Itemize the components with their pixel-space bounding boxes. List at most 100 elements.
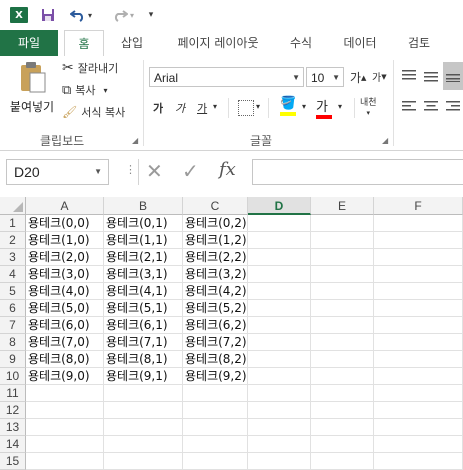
cell-a8[interactable]: 용테크(7,0) [26, 334, 104, 351]
align-right-icon[interactable] [446, 101, 460, 116]
italic-button[interactable]: 가 [175, 100, 185, 116]
row-header[interactable]: 12 [0, 402, 26, 419]
cell-f6[interactable] [374, 300, 463, 317]
cell-b4[interactable]: 용테크(3,1) [104, 266, 183, 283]
cell-d8[interactable] [248, 334, 311, 351]
align-middle-icon[interactable] [424, 70, 438, 85]
tab-formulas[interactable]: 수식 [278, 30, 324, 56]
copy-button[interactable]: ⧉ 복사 ▾ [62, 82, 108, 98]
row-header[interactable]: 9 [0, 351, 26, 368]
cell-f10[interactable] [374, 368, 463, 385]
cell-a10[interactable]: 용테크(9,0) [26, 368, 104, 385]
cell-e7[interactable] [311, 317, 374, 334]
align-left-icon[interactable] [402, 101, 416, 116]
excel-app-icon[interactable]: X [10, 7, 28, 23]
align-bottom-icon[interactable] [443, 62, 463, 90]
cell-e10[interactable] [311, 368, 374, 385]
cell-b12[interactable] [104, 402, 183, 419]
cell-b7[interactable]: 용테크(6,1) [104, 317, 183, 334]
cell-a2[interactable]: 용테크(1,0) [26, 232, 104, 249]
column-header-b[interactable]: B [104, 197, 183, 215]
cell-a4[interactable]: 용테크(3,0) [26, 266, 104, 283]
cell-a11[interactable] [26, 385, 104, 402]
cell-a9[interactable]: 용테크(8,0) [26, 351, 104, 368]
row-header[interactable]: 1 [0, 215, 26, 232]
chevron-down-icon[interactable]: ▾ [256, 102, 260, 111]
cell-a6[interactable]: 용테크(5,0) [26, 300, 104, 317]
chevron-down-icon[interactable]: ▾ [302, 102, 306, 111]
cell-b13[interactable] [104, 419, 183, 436]
row-header[interactable]: 7 [0, 317, 26, 334]
chevron-down-icon[interactable]: ▾ [338, 102, 342, 111]
cell-f1[interactable] [374, 215, 463, 232]
cell-b9[interactable]: 용테크(8,1) [104, 351, 183, 368]
cell-a14[interactable] [26, 436, 104, 453]
shrink-font-button[interactable]: 가 ▼ [372, 69, 387, 85]
cell-e4[interactable] [311, 266, 374, 283]
cell-a5[interactable]: 용테크(4,0) [26, 283, 104, 300]
row-header[interactable]: 8 [0, 334, 26, 351]
cell-d2[interactable] [248, 232, 311, 249]
tab-review[interactable]: 검토 [396, 30, 442, 56]
cell-f5[interactable] [374, 283, 463, 300]
cell-f14[interactable] [374, 436, 463, 453]
cell-c9[interactable]: 용테크(8,2) [183, 351, 248, 368]
cell-d1[interactable] [248, 215, 311, 232]
cell-f13[interactable] [374, 419, 463, 436]
phonetic-guide-button[interactable]: 내천 ▾ [360, 98, 377, 118]
redo-icon[interactable]: ▾ [108, 5, 138, 25]
cell-c5[interactable]: 용테크(4,2) [183, 283, 248, 300]
cell-b5[interactable]: 용테크(4,1) [104, 283, 183, 300]
cell-c12[interactable] [183, 402, 248, 419]
cell-c4[interactable]: 용테크(3,2) [183, 266, 248, 283]
bold-button[interactable]: 가 [153, 100, 163, 116]
cell-f8[interactable] [374, 334, 463, 351]
cell-d9[interactable] [248, 351, 311, 368]
cell-b6[interactable]: 용테크(5,1) [104, 300, 183, 317]
cell-c1[interactable]: 용테크(0,2) [183, 215, 248, 232]
cell-b10[interactable]: 용테크(9,1) [104, 368, 183, 385]
cell-b1[interactable]: 용테크(0,1) [104, 215, 183, 232]
grow-font-button[interactable]: 가 ▲ [350, 69, 366, 86]
column-header-e[interactable]: E [311, 197, 374, 215]
underline-button[interactable]: 가 [197, 100, 207, 116]
row-header[interactable]: 2 [0, 232, 26, 249]
cell-b3[interactable]: 용테크(2,1) [104, 249, 183, 266]
cell-d11[interactable] [248, 385, 311, 402]
cell-d15[interactable] [248, 453, 311, 470]
row-header[interactable]: 13 [0, 419, 26, 436]
paste-button[interactable]: 붙여넣기 [10, 60, 54, 122]
customize-quick-access-icon[interactable]: ▾ [144, 5, 158, 25]
cell-d14[interactable] [248, 436, 311, 453]
row-header[interactable]: 15 [0, 453, 26, 470]
cut-button[interactable]: ✂ 잘라내기 [62, 60, 118, 76]
row-header[interactable]: 5 [0, 283, 26, 300]
column-header-c[interactable]: C [183, 197, 248, 215]
fill-color-button[interactable]: 🪣 [280, 96, 296, 116]
cell-a7[interactable]: 용테크(6,0) [26, 317, 104, 334]
cancel-entry-button[interactable]: ✕ [146, 159, 163, 183]
cell-f12[interactable] [374, 402, 463, 419]
tab-page-layout[interactable]: 페이지 레이아웃 [162, 30, 274, 56]
cell-f2[interactable] [374, 232, 463, 249]
cell-d4[interactable] [248, 266, 311, 283]
cell-d13[interactable] [248, 419, 311, 436]
row-header[interactable]: 4 [0, 266, 26, 283]
formula-input[interactable] [252, 159, 463, 185]
cell-c14[interactable] [183, 436, 248, 453]
cell-c13[interactable] [183, 419, 248, 436]
cell-e5[interactable] [311, 283, 374, 300]
formula-bar-grip-icon[interactable]: ⋮ [125, 163, 136, 176]
cell-e13[interactable] [311, 419, 374, 436]
cell-e8[interactable] [311, 334, 374, 351]
column-header-a[interactable]: A [26, 197, 104, 215]
cell-a1[interactable]: 용테크(0,0) [26, 215, 104, 232]
row-header[interactable]: 10 [0, 368, 26, 385]
cell-c11[interactable] [183, 385, 248, 402]
cell-b2[interactable]: 용테크(1,1) [104, 232, 183, 249]
cell-f4[interactable] [374, 266, 463, 283]
cell-b15[interactable] [104, 453, 183, 470]
font-size-combo[interactable]: 10 ▼ [306, 67, 344, 87]
cell-a15[interactable] [26, 453, 104, 470]
name-box[interactable]: D20 ▼ [6, 159, 109, 185]
